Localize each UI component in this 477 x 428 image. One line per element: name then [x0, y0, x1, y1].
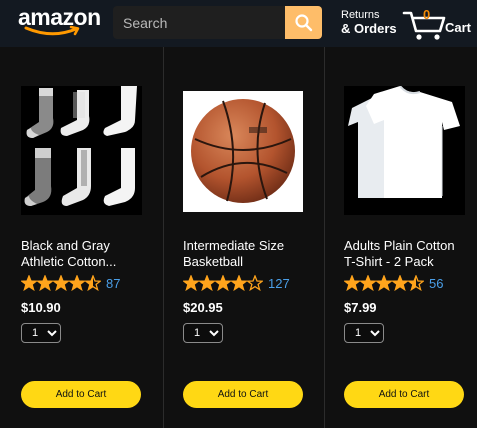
star-icon: [213, 275, 233, 291]
socks-image: [21, 86, 142, 215]
star-icon: [390, 275, 410, 291]
product-image-socks[interactable]: [21, 86, 142, 215]
cart-label: Cart: [445, 20, 472, 35]
star-icon: [197, 275, 217, 291]
product-title-line1: Black and Gray: [21, 238, 110, 253]
product-price: $20.95: [183, 300, 223, 315]
top-header: amazon Returns & Orders 0 Cart: [0, 0, 477, 47]
product-title[interactable]: Black and Gray Athletic Cotton...: [21, 238, 146, 270]
star-rating-icons: [344, 275, 424, 291]
product-image-basketball[interactable]: [183, 91, 303, 212]
star-rating-icons: [21, 275, 101, 291]
product-grid: Black and Gray Athletic Cotton... 87 $10…: [0, 47, 477, 428]
returns-orders-link[interactable]: Returns & Orders: [341, 9, 401, 35]
product-image-tshirts[interactable]: [344, 86, 465, 215]
star-icon: [229, 275, 249, 291]
product-card: Black and Gray Athletic Cotton... 87 $10…: [0, 47, 163, 428]
quantity-select[interactable]: 1: [183, 323, 223, 343]
star-icon: [344, 275, 362, 291]
product-price: $7.99: [344, 300, 377, 315]
search-button[interactable]: [285, 6, 322, 39]
search-icon: [295, 14, 313, 32]
star-icon: [35, 275, 55, 291]
star-icon: [406, 275, 424, 291]
cart-link[interactable]: 0 Cart: [402, 4, 472, 42]
star-icon: [21, 275, 39, 291]
star-icon: [51, 275, 71, 291]
star-icon: [67, 275, 87, 291]
basketball-image: [183, 91, 303, 212]
product-title-line2: T-Shirt - 2 Pack: [344, 254, 434, 269]
product-title-line2: Athletic Cotton...: [21, 254, 117, 269]
product-title[interactable]: Intermediate Size Basketball: [183, 238, 308, 270]
star-rating-icons: [183, 275, 263, 291]
star-icon: [374, 275, 394, 291]
product-price: $10.90: [21, 300, 61, 315]
review-count-link[interactable]: 56: [429, 276, 443, 291]
star-icon: [83, 275, 101, 291]
orders-label: & Orders: [341, 21, 397, 36]
review-count-link[interactable]: 87: [106, 276, 120, 291]
product-card: Adults Plain Cotton T-Shirt - 2 Pack 56 …: [324, 47, 477, 428]
star-icon: [358, 275, 378, 291]
add-to-cart-button[interactable]: Add to Cart: [183, 381, 303, 408]
product-title-line2: Basketball: [183, 254, 243, 269]
product-title-line1: Intermediate Size: [183, 238, 285, 253]
search-bar: [113, 6, 322, 39]
product-title-line1: Adults Plain Cotton: [344, 238, 455, 253]
amazon-logo[interactable]: amazon: [18, 4, 102, 38]
logo-smile-icon: [24, 25, 80, 36]
star-icon: [245, 275, 263, 291]
add-to-cart-button[interactable]: Add to Cart: [21, 381, 141, 408]
star-icon: [183, 275, 201, 291]
cart-count: 0: [423, 7, 431, 22]
quantity-select[interactable]: 1: [21, 323, 61, 343]
product-title[interactable]: Adults Plain Cotton T-Shirt - 2 Pack: [344, 238, 469, 270]
tshirts-image: [344, 86, 465, 215]
quantity-select[interactable]: 1: [344, 323, 384, 343]
product-card: Intermediate Size Basketball 127 $20.95 …: [163, 47, 324, 428]
add-to-cart-button[interactable]: Add to Cart: [344, 381, 464, 408]
review-count-link[interactable]: 127: [268, 276, 290, 291]
search-input[interactable]: [113, 6, 285, 39]
